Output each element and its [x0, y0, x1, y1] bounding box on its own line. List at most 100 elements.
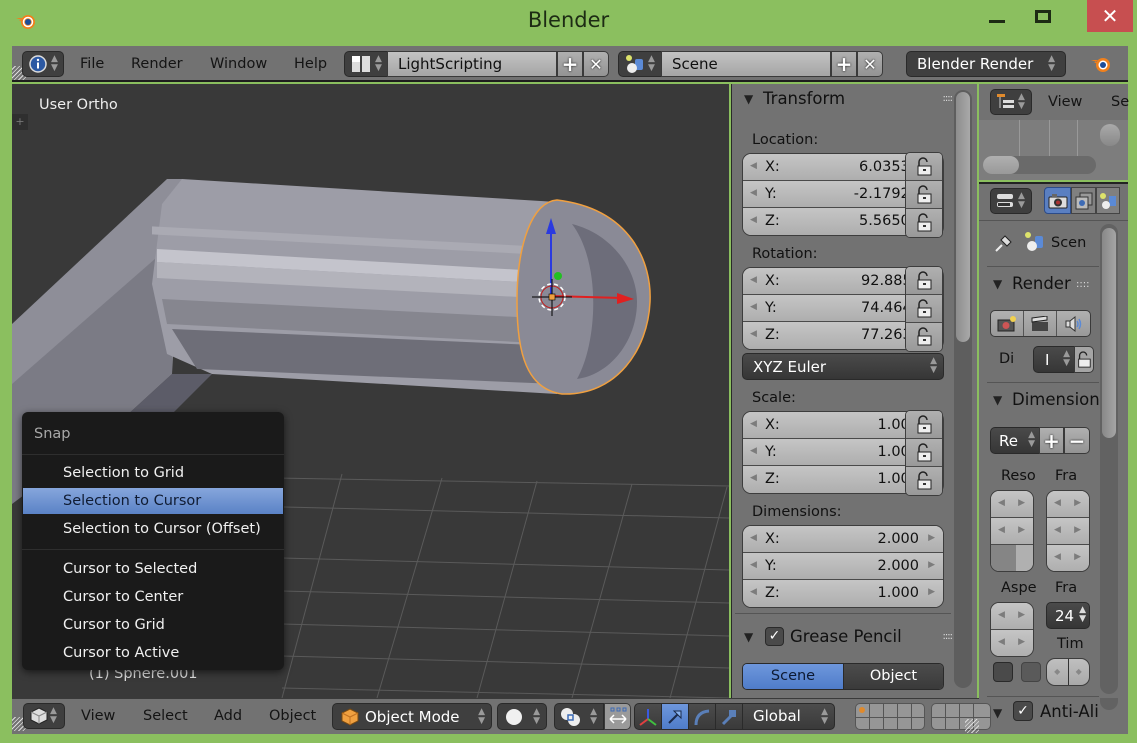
properties-editor-type[interactable]: ▲ ▼ — [990, 188, 1032, 214]
drag-grip-icon[interactable]: :::: — [943, 85, 954, 113]
outliner-vscroll-thumb[interactable] — [1100, 124, 1120, 146]
render-engine-dropdown[interactable]: Blender Render ▲ ▼ — [906, 51, 1066, 77]
dimension-x-field[interactable]: ◀ X: 2.000 ▶ — [743, 526, 943, 553]
lock-location-y[interactable] — [906, 181, 942, 209]
lock-rotation-z[interactable] — [906, 323, 942, 351]
menu-item-selection-to-cursor-offset[interactable]: Selection to Cursor (Offset) — [23, 516, 283, 542]
remove-preset-button[interactable]: − — [1064, 427, 1090, 454]
frame-rate-dropdown[interactable]: 24 ▲ ▼ — [1046, 602, 1090, 629]
time-remap-old-field[interactable]: ◆ — [1047, 659, 1069, 685]
antialiasing-panel-header[interactable]: ▼ ✓ Anti-Ali — [979, 698, 1128, 734]
resolution-percent-slider[interactable] — [991, 545, 1033, 571]
tab-scene[interactable]: Scene — [743, 664, 843, 689]
outliner-hscroll-thumb[interactable] — [983, 156, 1019, 174]
frame-start-field[interactable]: ◀ ▶ — [1047, 491, 1089, 518]
lock-rotation-x[interactable] — [906, 267, 942, 295]
layer-buttons-group-1[interactable] — [855, 703, 925, 730]
transform-panel-header[interactable]: ▼ Transform :::: — [732, 85, 954, 113]
menu-help[interactable]: Help — [294, 56, 327, 72]
collapse-triangle-icon[interactable]: ▼ — [993, 277, 1002, 291]
remove-scene-button[interactable]: ✕ — [857, 51, 883, 77]
aspect-y-field[interactable]: ◀ ▶ — [991, 630, 1033, 656]
manipulate-center-points-button[interactable] — [604, 703, 631, 730]
screen-layout-name-field[interactable]: LightScripting — [387, 51, 557, 77]
display-dropdown[interactable]: I ▲ ▼ — [1033, 346, 1075, 373]
rotation-mode-dropdown[interactable]: XYZ Euler ▲ ▼ — [742, 353, 944, 380]
remove-screen-button[interactable]: ✕ — [583, 51, 609, 77]
rotate-manipulator-button[interactable] — [689, 704, 716, 729]
tab-object[interactable]: Object — [843, 664, 943, 689]
editor-type-selector[interactable]: ▲ ▼ — [23, 703, 65, 729]
add-preset-button[interactable]: + — [1039, 427, 1064, 454]
outliner[interactable]: ▲ ▼ View Se — [979, 84, 1129, 180]
close-button[interactable]: ✕ — [1087, 0, 1133, 32]
drag-grip-icon[interactable]: :::: — [1076, 279, 1089, 290]
lock-location-x[interactable] — [906, 153, 942, 181]
properties-scrollbar-thumb[interactable] — [1102, 228, 1116, 438]
crop-checkbox[interactable] — [1021, 662, 1041, 682]
menu-view[interactable]: View — [81, 708, 115, 724]
lock-scale-x[interactable] — [906, 411, 942, 439]
drag-grip-icon[interactable]: :::: — [943, 623, 954, 651]
mode-dropdown[interactable]: Object Mode ▲ ▼ — [332, 703, 492, 730]
add-scene-button[interactable]: + — [831, 51, 857, 77]
scale-manipulator-button[interactable] — [716, 704, 743, 729]
outliner-menu-view[interactable]: View — [1048, 94, 1082, 110]
render-animation-button[interactable] — [1024, 311, 1057, 336]
transform-orientation-dropdown[interactable]: Global ▲ ▼ — [743, 704, 834, 729]
tab-render-layers[interactable] — [1071, 187, 1096, 214]
menu-file[interactable]: File — [80, 56, 104, 72]
antialiasing-checkbox[interactable]: ✓ — [1013, 701, 1033, 721]
tab-render[interactable] — [1044, 187, 1071, 214]
menu-object[interactable]: Object — [269, 708, 316, 724]
scene-name-field[interactable]: Scene — [661, 51, 831, 77]
menu-item-cursor-to-active[interactable]: Cursor to Active — [23, 640, 283, 666]
scene-selector[interactable]: ▲ ▼ — [618, 51, 662, 77]
time-remap-new-field[interactable]: ◆ — [1069, 659, 1090, 685]
manipulator-toggle[interactable] — [635, 704, 662, 729]
menu-select[interactable]: Select — [143, 708, 188, 724]
dimension-z-field[interactable]: ◀ Z: 1.000 ▶ — [743, 580, 943, 607]
menu-item-cursor-to-selected[interactable]: Cursor to Selected — [23, 556, 283, 582]
frame-end-field[interactable]: ◀ ▶ — [1047, 518, 1089, 545]
pivot-point-dropdown[interactable]: ▲ ▼ — [554, 703, 604, 730]
menu-window[interactable]: Window — [210, 56, 267, 72]
toolshelf-toggle[interactable]: + — [12, 114, 28, 130]
render-audio-button[interactable] — [1057, 311, 1090, 336]
menu-item-cursor-to-center[interactable]: Cursor to Center — [23, 584, 283, 610]
lock-interface-button[interactable] — [1074, 346, 1094, 373]
lock-scale-z[interactable] — [906, 467, 942, 495]
lock-scale-y[interactable] — [906, 439, 942, 467]
menu-item-cursor-to-grid[interactable]: Cursor to Grid — [23, 612, 283, 638]
grease-pencil-panel-header[interactable]: ▼ ✓ Grease Pencil :::: — [732, 623, 954, 651]
lock-location-z[interactable] — [906, 209, 942, 237]
maximize-button[interactable] — [1020, 0, 1066, 32]
add-screen-button[interactable]: + — [557, 51, 583, 77]
editor-type-selector[interactable]: ▲ ▼ — [22, 51, 64, 77]
render-still-button[interactable] — [991, 311, 1024, 336]
menu-render[interactable]: Render — [131, 56, 183, 72]
pin-icon[interactable] — [993, 232, 1015, 254]
y-axis-handle[interactable] — [554, 272, 562, 280]
grease-pencil-checkbox[interactable]: ✓ — [765, 627, 784, 646]
render-preset-dropdown[interactable]: Re ▲ ▼ — [990, 427, 1040, 454]
lock-rotation-y[interactable] — [906, 295, 942, 323]
minimize-button[interactable] — [974, 0, 1020, 32]
render-panel-title[interactable]: Render — [1012, 274, 1071, 293]
dimensions-panel-title[interactable]: Dimension — [1012, 390, 1100, 409]
border-checkbox[interactable] — [993, 662, 1013, 682]
collapse-triangle-icon[interactable]: ▼ — [993, 393, 1002, 407]
menu-item-selection-to-grid[interactable]: Selection to Grid — [23, 460, 283, 486]
area-split-handle[interactable] — [965, 719, 979, 733]
aspect-x-field[interactable]: ◀ ▶ — [991, 603, 1033, 630]
menu-add[interactable]: Add — [214, 708, 242, 724]
layer-buttons-group-2[interactable] — [931, 703, 991, 730]
outliner-editor-type[interactable]: ▲ ▼ — [990, 89, 1032, 115]
frame-step-field[interactable]: ◀ ▶ — [1047, 545, 1089, 571]
menu-item-selection-to-cursor[interactable]: Selection to Cursor — [23, 488, 283, 514]
sidebar-scrollbar-thumb[interactable] — [956, 92, 970, 342]
screen-layout-selector[interactable]: ▲ ▼ — [344, 51, 388, 77]
viewport-shading-dropdown[interactable]: ▲ ▼ — [497, 703, 547, 730]
tab-scene-props[interactable] — [1096, 187, 1120, 214]
resolution-x-field[interactable]: ◀ ▶ — [991, 491, 1033, 518]
